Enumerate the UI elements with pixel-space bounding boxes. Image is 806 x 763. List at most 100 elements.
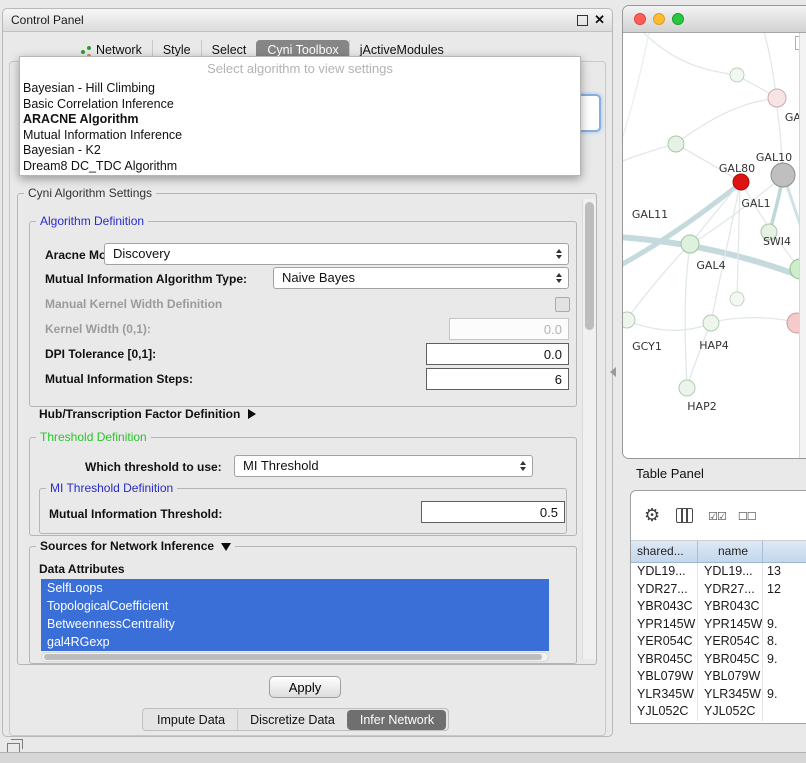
table-header: shared...name <box>631 541 806 563</box>
table-cell: YBR045C <box>698 651 763 669</box>
table-cell: YDL19... <box>698 563 763 581</box>
network-node-label: GAL10 <box>756 151 792 164</box>
algorithm-option[interactable]: ARACNE Algorithm <box>20 112 580 128</box>
expanded-arrow-icon <box>221 543 231 551</box>
table-row[interactable]: YDL19...YDL19...13 <box>631 563 806 581</box>
column-header[interactable] <box>763 541 806 562</box>
vscrollbar-thumb[interactable] <box>585 202 594 330</box>
close-icon[interactable] <box>594 12 605 28</box>
table-cell: 12 <box>763 581 806 599</box>
table-row[interactable]: YJL052CYJL052C <box>631 703 806 721</box>
mi-algorithm-type-select[interactable]: Naive Bayes <box>273 267 569 289</box>
table-cell: YDR27... <box>698 581 763 599</box>
table-panel-title: Table Panel <box>636 466 704 481</box>
network-edge <box>628 321 709 330</box>
table-cell: YJL052C <box>698 703 763 721</box>
algorithm-option[interactable]: Mutual Information Inference <box>20 128 580 144</box>
apply-button[interactable]: Apply <box>269 676 341 698</box>
bottom-tab-discretize-data[interactable]: Discretize Data <box>237 710 347 730</box>
table-row[interactable]: YDR27...YDR27...12 <box>631 581 806 599</box>
splitter-arrow-icon[interactable] <box>610 367 616 377</box>
float-window-icon[interactable] <box>577 15 588 26</box>
network-node[interactable] <box>771 163 795 187</box>
network-node[interactable] <box>730 68 744 82</box>
algorithm-option[interactable]: Dream8 DC_TDC Algorithm <box>20 159 580 175</box>
network-window-titlebar[interactable] <box>623 6 806 33</box>
table-cell <box>763 703 806 721</box>
manual-kernel-width-label: Manual Kernel Width Definition <box>45 295 222 313</box>
column-header[interactable]: shared... <box>631 541 698 562</box>
aracne-mode-select[interactable]: Discovery <box>104 243 569 265</box>
settings-vscrollbar[interactable] <box>582 199 596 659</box>
kernel-width-field <box>449 318 569 340</box>
network-node-label: GCY1 <box>632 340 662 353</box>
show-columns-icon[interactable] <box>708 507 726 525</box>
tab-label: Cyni Toolbox <box>267 43 338 57</box>
hscrollbar-thumb[interactable] <box>44 654 542 660</box>
attribute-item[interactable]: TopologicalCoefficient <box>41 597 549 615</box>
aracne-mode-value: Discovery <box>105 244 550 264</box>
network-node[interactable] <box>768 89 786 107</box>
network-node-label: GAL11 <box>632 208 668 221</box>
mac-zoom-button[interactable] <box>672 13 684 25</box>
algorithm-option[interactable]: Bayesian - Hill Climbing <box>20 81 580 97</box>
table-cell: 9. <box>763 686 806 704</box>
attribute-item[interactable]: gal4RGexp <box>41 633 549 651</box>
table-row[interactable]: YBR045CYBR045C9. <box>631 651 806 669</box>
network-edge <box>713 318 797 323</box>
table-row[interactable]: YER054CYER054C8. <box>631 633 806 651</box>
sources-expander[interactable]: Sources for Network Inference <box>36 539 235 553</box>
network-node[interactable] <box>730 292 744 306</box>
mi-threshold-field[interactable] <box>421 501 565 523</box>
mi-threshold-label: Mutual Information Threshold: <box>49 505 222 523</box>
network-node-label: HAP4 <box>699 339 728 352</box>
columns-icon[interactable] <box>676 508 693 523</box>
table-row[interactable]: YBL079WYBL079W <box>631 668 806 686</box>
gear-icon[interactable] <box>644 505 660 526</box>
mi-steps-field[interactable] <box>426 368 569 390</box>
table-cell: 9. <box>763 651 806 669</box>
algorithm-option[interactable]: Bayesian - K2 <box>20 143 580 159</box>
table-cell: YBL079W <box>698 668 763 686</box>
attribute-item[interactable]: SelfLoops <box>41 579 549 597</box>
attributes-hscrollbar[interactable] <box>41 652 549 662</box>
hub-definition-expander[interactable]: Hub/Transcription Factor Definition <box>39 405 256 423</box>
mac-minimize-button[interactable] <box>653 13 665 25</box>
data-attributes-list: SelfLoopsTopologicalCoefficientBetweenne… <box>41 579 549 651</box>
network-vscrollbar[interactable] <box>799 33 806 458</box>
network-node[interactable] <box>703 315 719 331</box>
network-node[interactable] <box>623 312 635 328</box>
table-cell: YBR043C <box>631 598 698 616</box>
threshold-definition-title: Threshold Definition <box>36 430 151 444</box>
network-node[interactable] <box>679 380 695 396</box>
attribute-item[interactable]: BetweennessCentrality <box>41 615 549 633</box>
network-node-label: HAP2 <box>687 400 716 413</box>
table-row[interactable]: YLR345WYLR345W9. <box>631 686 806 704</box>
bottom-tab-infer-network[interactable]: Infer Network <box>347 710 446 730</box>
network-node[interactable] <box>681 235 699 253</box>
table-cell: YLR345W <box>631 686 698 704</box>
network-node-label: SWI4 <box>763 235 791 248</box>
control-panel-titlebar[interactable]: Control Panel <box>3 9 612 32</box>
table-row[interactable]: YPR145WYPR145W9. <box>631 616 806 634</box>
hide-columns-icon[interactable] <box>738 507 756 525</box>
table-cell: 13 <box>763 563 806 581</box>
which-threshold-select[interactable]: MI Threshold <box>234 455 533 477</box>
network-canvas[interactable]: GAL80GAL10GAL11GAL1SWI4GAL4GCY1HAP4HAP2G… <box>623 33 806 458</box>
manual-kernel-width-checkbox[interactable] <box>555 297 570 312</box>
dpi-tolerance-field[interactable] <box>426 343 569 365</box>
mac-close-button[interactable] <box>634 13 646 25</box>
bottom-strip <box>0 752 806 763</box>
network-edge <box>639 33 736 75</box>
table-cell: YJL052C <box>631 703 698 721</box>
network-node[interactable] <box>733 174 749 190</box>
dropdown-items: Bayesian - Hill ClimbingBasic Correlatio… <box>20 81 580 174</box>
column-header[interactable]: name <box>698 541 763 562</box>
table-body: YDL19...YDL19...13YDR27...YDR27...12YBR0… <box>631 563 806 723</box>
table-row[interactable]: YBR043CYBR043C <box>631 598 806 616</box>
bottom-tab-impute-data[interactable]: Impute Data <box>145 710 237 730</box>
network-node[interactable] <box>668 136 684 152</box>
network-edge <box>623 144 675 163</box>
algorithm-option[interactable]: Basic Correlation Inference <box>20 97 580 113</box>
window-title: Control Panel <box>11 9 84 31</box>
